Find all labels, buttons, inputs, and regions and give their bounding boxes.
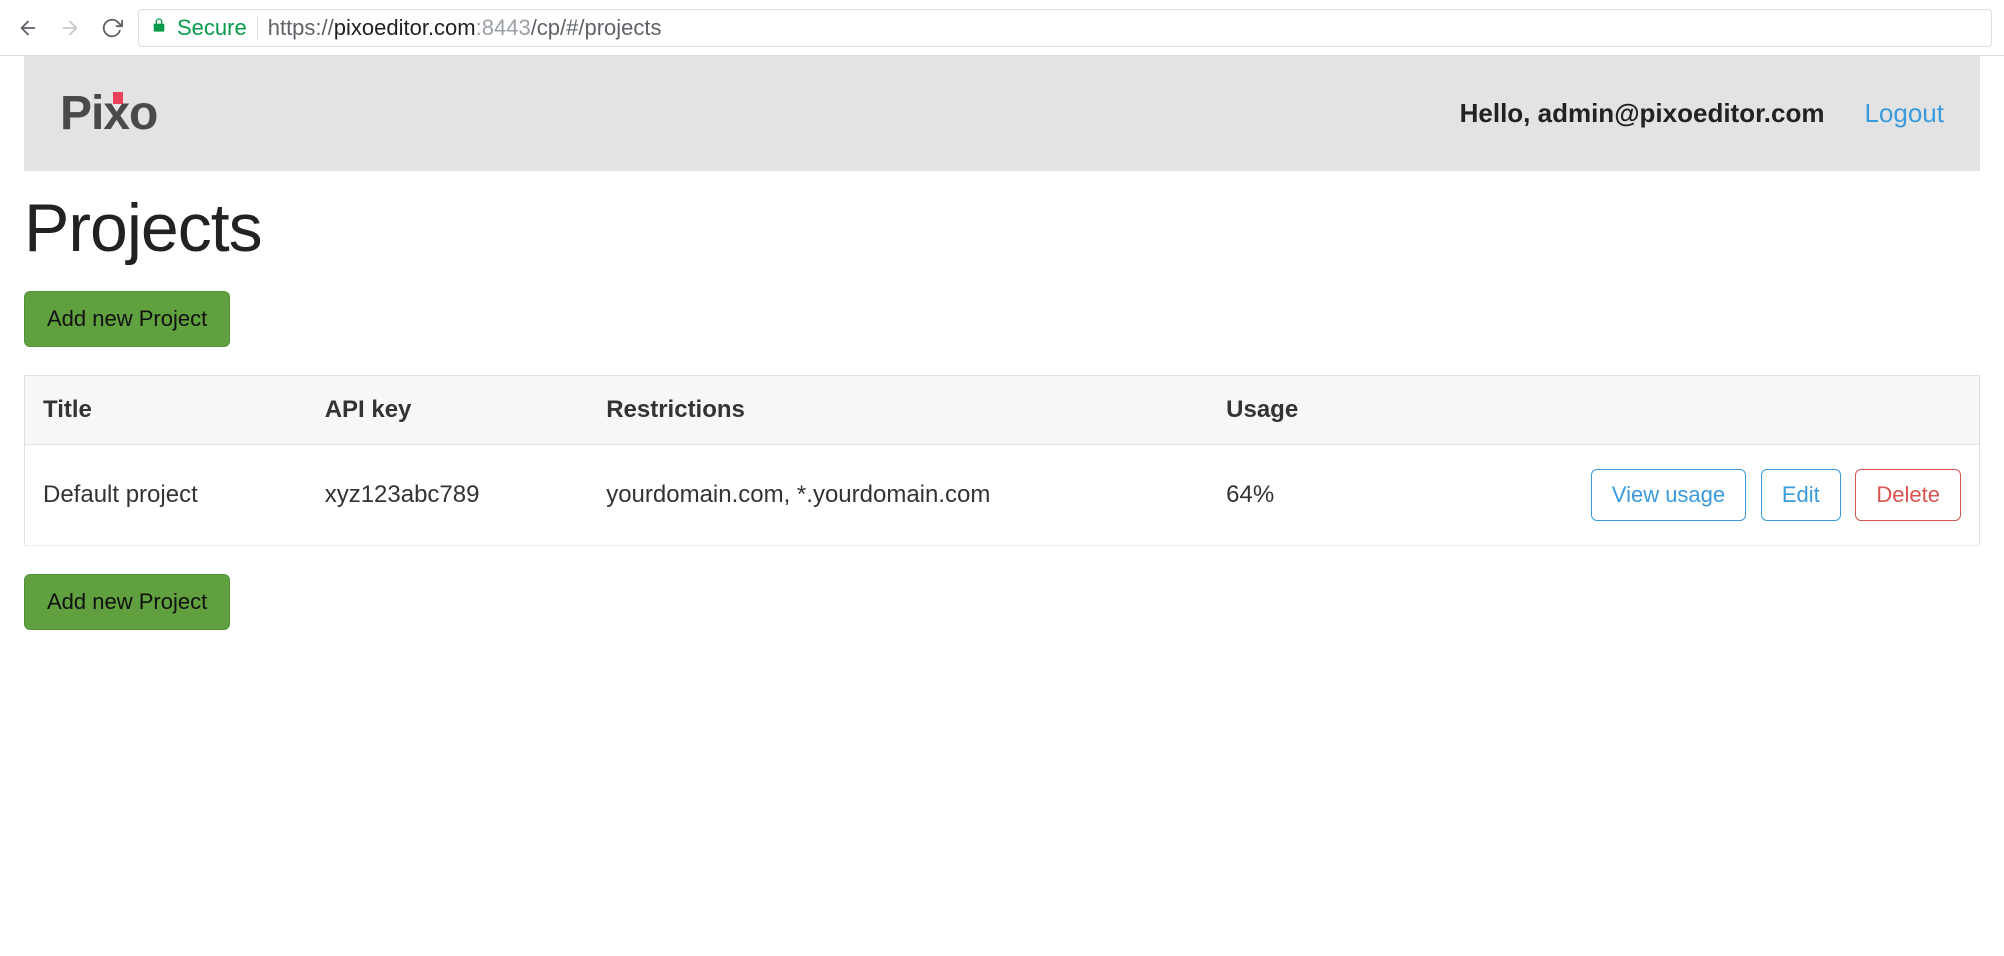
greeting-text: Hello, admin@pixoeditor.com [1460,98,1825,129]
cell-title: Default project [25,445,307,546]
column-header-title: Title [25,376,307,445]
browser-reload-button[interactable] [96,12,128,44]
url-path: /cp/#/projects [531,15,662,40]
logout-link[interactable]: Logout [1864,98,1944,129]
address-bar-separator [257,16,258,40]
add-project-button[interactable]: Add new Project [24,291,230,347]
cell-actions: View usage Edit Delete [1368,445,1980,546]
browser-forward-button[interactable] [54,12,86,44]
cell-usage: 64% [1208,445,1367,546]
logo[interactable]: Pixo [60,86,157,141]
browser-back-button[interactable] [12,12,44,44]
projects-table: Title API key Restrictions Usage Default… [24,375,1980,546]
url-port: :8443 [476,15,531,40]
lock-icon [151,17,167,38]
delete-button[interactable]: Delete [1855,469,1961,521]
url-scheme: https [268,15,316,40]
edit-button[interactable]: Edit [1761,469,1841,521]
cell-api-key: xyz123abc789 [307,445,589,546]
table-row: Default project xyz123abc789 yourdomain.… [25,445,1980,546]
add-project-button-bottom[interactable]: Add new Project [24,574,230,630]
column-header-usage: Usage [1208,376,1367,445]
logo-text: Pixo [60,87,157,140]
view-usage-button[interactable]: View usage [1591,469,1746,521]
column-header-restrictions: Restrictions [588,376,1208,445]
app-header: Pixo Hello, admin@pixoeditor.com Logout [24,56,1980,171]
browser-bar: Secure https://pixoeditor.com:8443/cp/#/… [0,0,2004,56]
page-title: Projects [24,189,1980,267]
secure-label: Secure [177,15,247,41]
column-header-api-key: API key [307,376,589,445]
address-bar[interactable]: Secure https://pixoeditor.com:8443/cp/#/… [138,9,1992,47]
column-header-actions [1368,376,1980,445]
cell-restrictions: yourdomain.com, *.yourdomain.com [588,445,1208,546]
url-text: https://pixoeditor.com:8443/cp/#/project… [268,15,662,41]
url-host: pixoeditor.com [334,15,476,40]
logo-accent-icon [113,92,123,104]
